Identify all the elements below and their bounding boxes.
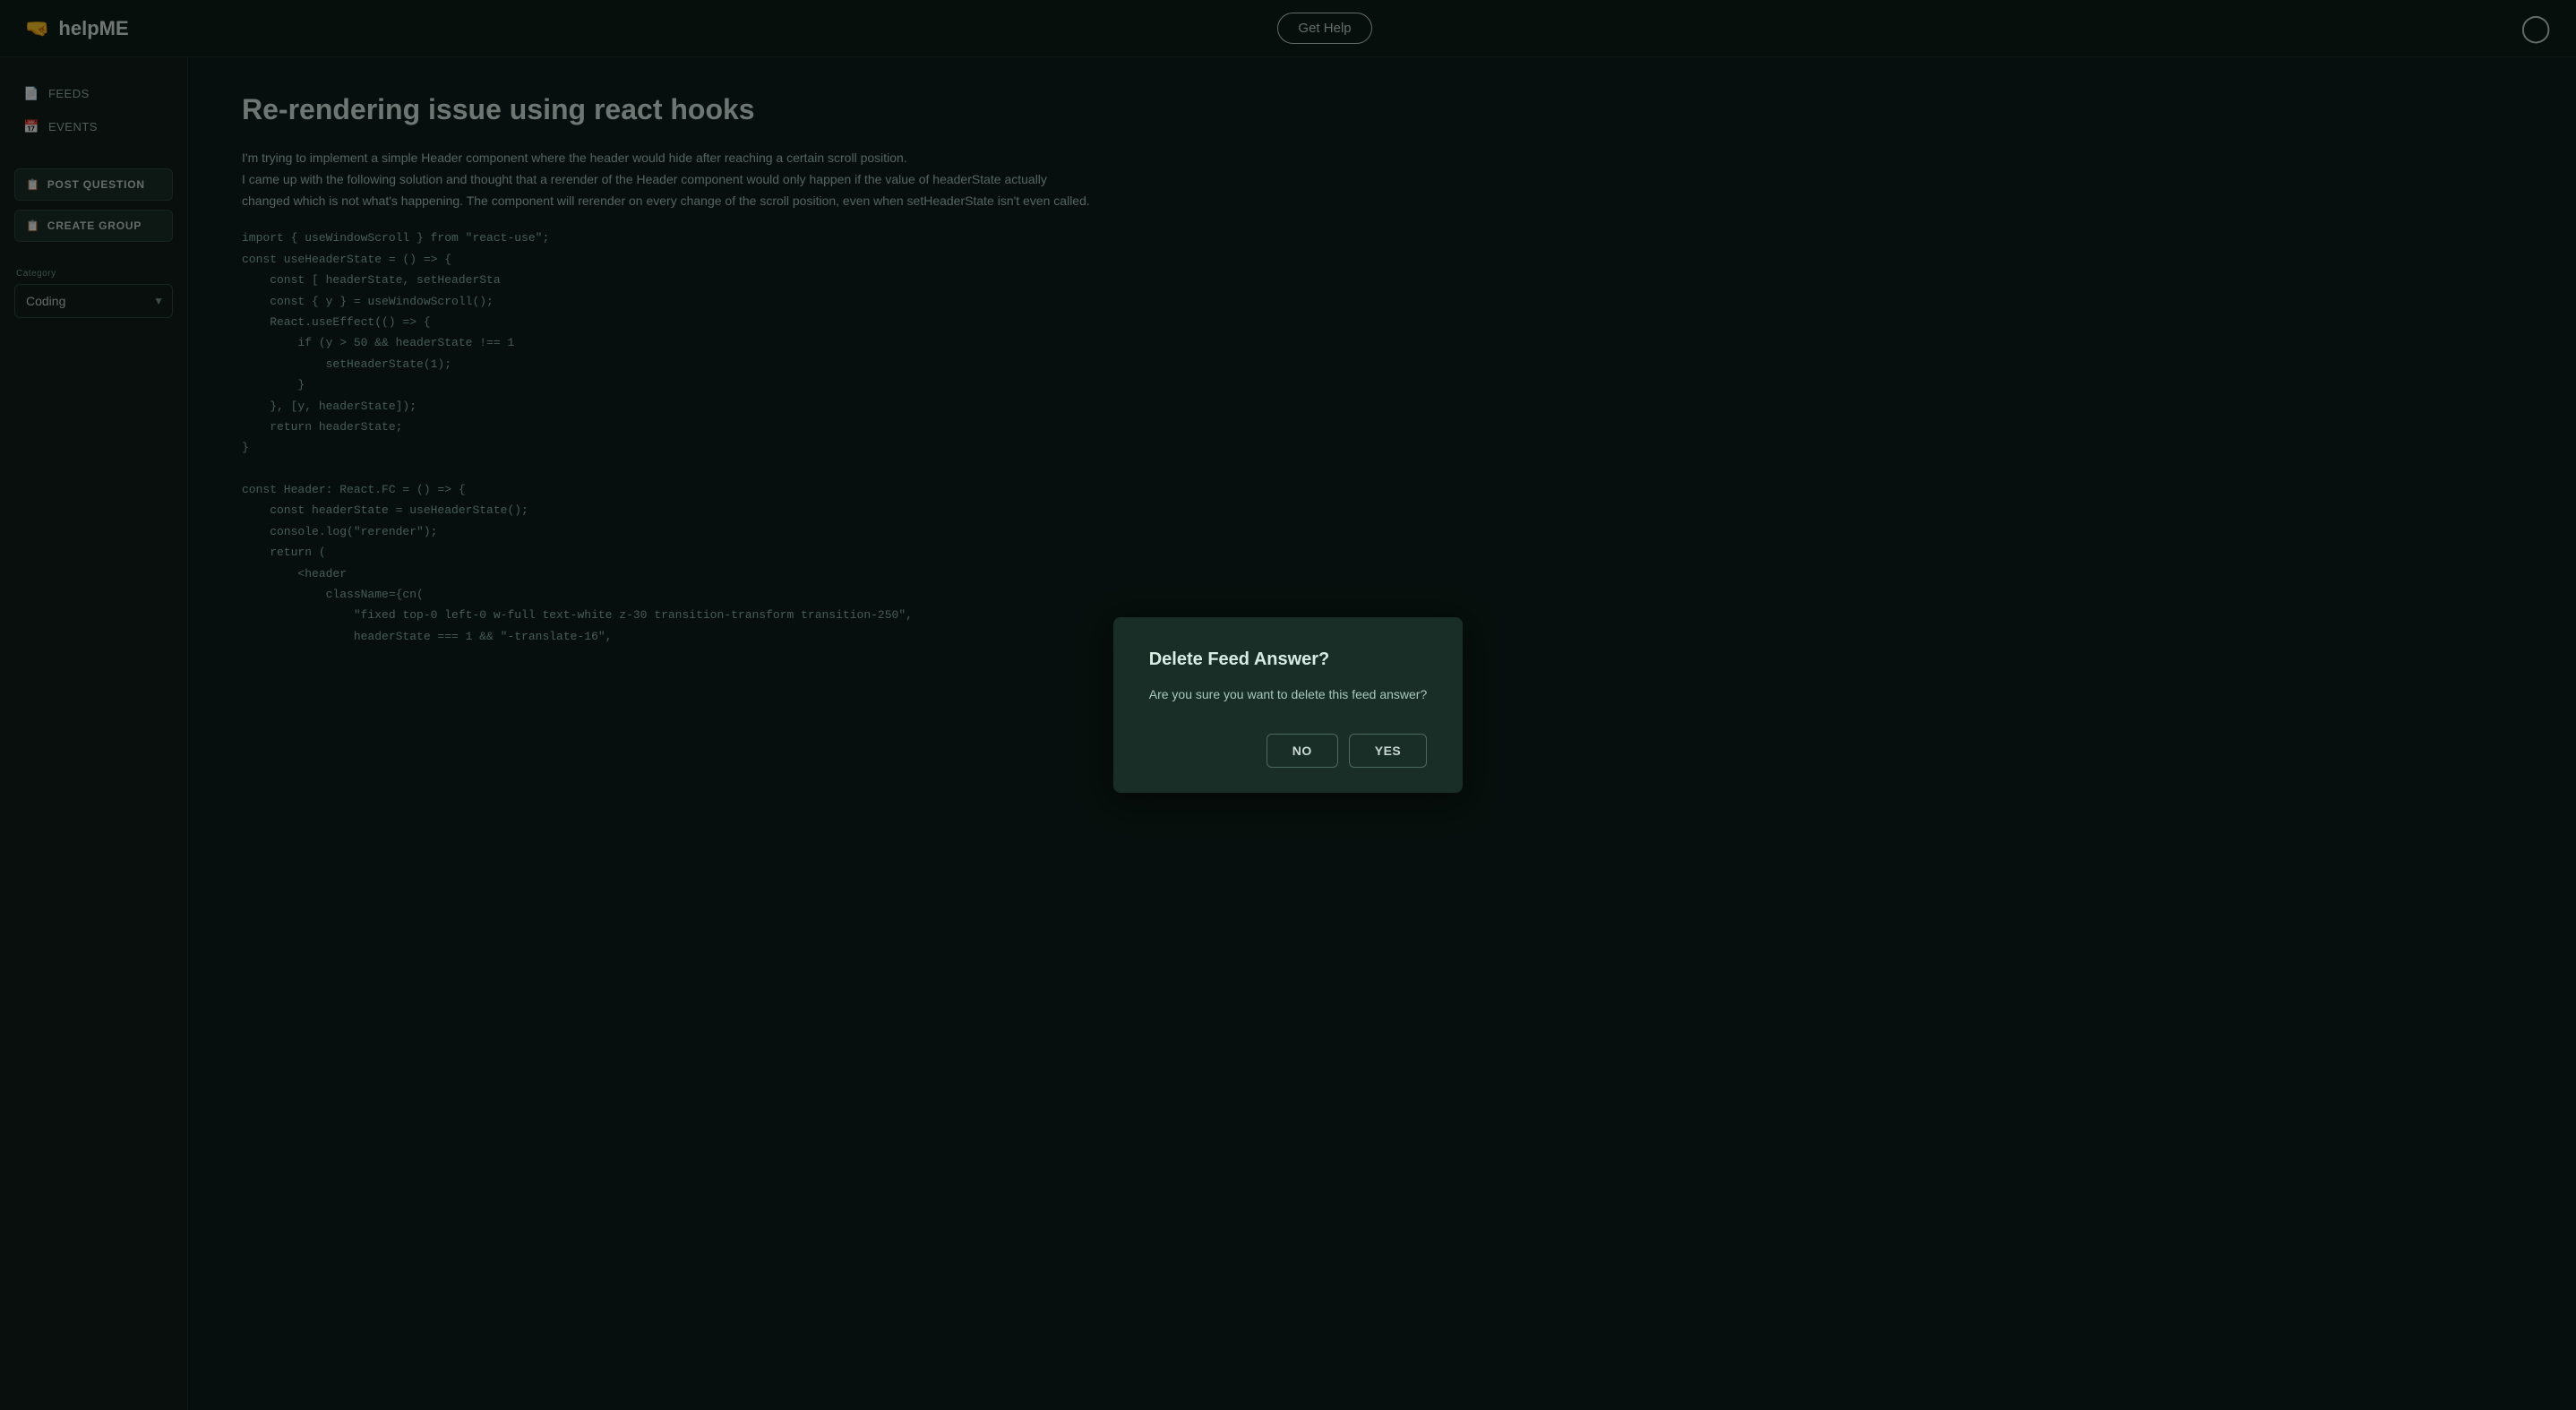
modal-title: Delete Feed Answer?	[1149, 649, 1428, 670]
modal-yes-button[interactable]: YES	[1349, 734, 1428, 768]
modal-body: Are you sure you want to delete this fee…	[1149, 684, 1428, 704]
modal-actions: NO YES	[1149, 734, 1428, 768]
modal-overlay: Delete Feed Answer? Are you sure you wan…	[0, 0, 2576, 1410]
delete-modal: Delete Feed Answer? Are you sure you wan…	[1113, 617, 1464, 792]
modal-no-button[interactable]: NO	[1267, 734, 1338, 768]
